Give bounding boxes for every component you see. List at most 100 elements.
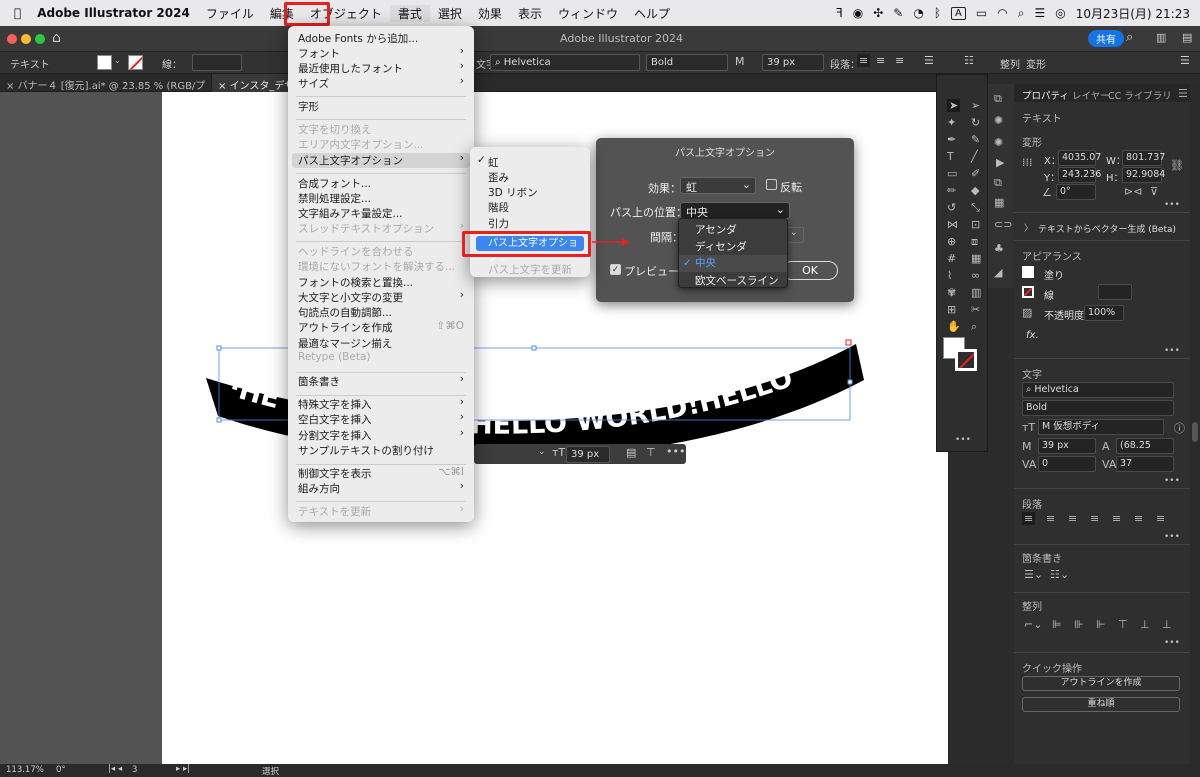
rectangle-tool-icon[interactable]: ▭ — [947, 167, 957, 180]
flip-horizontal-icon[interactable]: ⊳⊲ — [1124, 185, 1142, 198]
align-to-icon[interactable]: ⌐⌄ — [1024, 618, 1042, 631]
fill-swatch[interactable] — [97, 55, 112, 70]
menu-view[interactable]: 表示 — [510, 5, 550, 22]
close-window-button[interactable] — [7, 34, 17, 44]
free-transform-icon[interactable]: ⊡ — [971, 218, 980, 231]
perspective-icon[interactable]: ⧈ — [971, 235, 978, 249]
tab-layers[interactable]: レイヤー — [1072, 88, 1110, 102]
leading-field[interactable]: (68.25 — [1116, 438, 1174, 454]
transform-button[interactable]: 変形 — [1026, 56, 1046, 71]
chevron-down-icon[interactable]: ⌄ — [114, 56, 121, 65]
page-nav-prev[interactable]: |◂ ◂ — [108, 764, 122, 774]
type-menu-item[interactable]: アウトラインを作成 — [298, 320, 393, 335]
control-center-icon[interactable]: ☰ — [1034, 6, 1045, 20]
menu-window[interactable]: ウィンドウ — [550, 5, 626, 22]
battery-icon[interactable]: ▭ — [976, 6, 987, 20]
align-right-objects-icon[interactable]: ⊩ — [1096, 618, 1106, 631]
input-mode-icon[interactable]: A — [951, 6, 966, 20]
search-icon[interactable]: ⌕ — [1126, 30, 1133, 45]
siri-icon[interactable]: ◎ — [1055, 6, 1065, 20]
gradient-tool-icon[interactable]: ▦ — [971, 252, 981, 265]
shape-builder-icon[interactable]: ⊕ — [947, 235, 956, 248]
type-menu-item[interactable]: サンプルテキストの割り付け — [298, 443, 434, 458]
option-roman-baseline[interactable]: 欧文ベースライン — [695, 273, 778, 288]
tab-properties[interactable]: プロパティ — [1022, 88, 1069, 102]
type-menu-item[interactable]: 特殊文字を挿入 — [298, 397, 372, 412]
font-family-field[interactable]: ⌕ Helvetica — [1022, 382, 1174, 398]
mojikumi-field[interactable]: M 仮想ボディ — [1038, 419, 1164, 435]
fill-swatch[interactable] — [1022, 266, 1034, 278]
selection-tool-icon[interactable]: ➤ — [947, 99, 961, 112]
pencil-icon[interactable]: ✏ — [947, 184, 956, 197]
align-center-icon[interactable]: ≡ — [1046, 512, 1055, 525]
spacing-select[interactable]: ⌄ — [786, 227, 804, 243]
type-menu-item[interactable]: フォント — [298, 46, 340, 61]
font-family-field[interactable]: ⌕ Helvetica — [490, 54, 640, 71]
align-right-icon[interactable]: ≡ — [895, 54, 904, 67]
type-menu-item[interactable]: 合成フォント... — [298, 176, 371, 191]
chevron-right-icon[interactable]: 〉 — [1024, 221, 1033, 234]
numbered-list-icon[interactable]: ☷⌄ — [1050, 568, 1069, 581]
align-bottom-objects-icon[interactable]: ⊥ — [1162, 618, 1172, 631]
option-descender[interactable]: ディセンダ — [695, 239, 747, 254]
arrange-docs-icon[interactable]: ▤ — [1182, 31, 1192, 44]
type-menu-item[interactable]: Adobe Fonts から追加... — [298, 31, 418, 46]
type-menu-item[interactable]: 最適なマージン揃え — [298, 336, 392, 351]
submenu-3d-ribbon[interactable]: 3D リボン — [488, 185, 538, 200]
apple-icon[interactable]:  — [0, 6, 29, 20]
align-hcenter-objects-icon[interactable]: ⊪ — [1074, 618, 1084, 631]
angle-field[interactable]: 0° — [1056, 184, 1096, 200]
stroke-swatch[interactable] — [128, 55, 143, 70]
scale-icon[interactable]: ⤡ — [971, 201, 980, 215]
option-ascender[interactable]: アセンダ — [695, 222, 737, 237]
align-button[interactable]: 整列 — [1000, 56, 1020, 71]
graph-icon[interactable]: ▥ — [971, 286, 981, 299]
floatbar-size-field[interactable]: 39 px — [566, 446, 610, 463]
font-style-field[interactable]: Bold — [1022, 400, 1174, 416]
type-menu-item[interactable]: 文字組みアキ量設定... — [298, 206, 403, 221]
type-tool-icon[interactable]: T — [947, 150, 954, 163]
type-menu-item[interactable]: 分割文字を挿入 — [298, 428, 372, 443]
gradient-icon[interactable]: ◢ — [994, 266, 1002, 279]
stroke-weight-field[interactable] — [192, 54, 242, 71]
graphic-styles-icon[interactable]: ⧉ — [994, 176, 1002, 190]
align-right-icon[interactable]: ≡ — [1068, 512, 1077, 525]
pen-tool-icon[interactable]: ✒ — [947, 133, 956, 146]
more-icon[interactable]: ••• — [1164, 476, 1180, 486]
flip-vertical-icon[interactable]: ⊽ — [1150, 185, 1158, 198]
submenu-skew[interactable]: 歪み — [488, 170, 509, 185]
zoom-tool-icon[interactable]: ⌕ — [971, 320, 977, 334]
tracking-field[interactable]: 37 — [1116, 456, 1174, 472]
page-nav-next[interactable]: ▸ ▸| — [176, 764, 190, 774]
h-field[interactable]: 92.9084 — [1122, 167, 1165, 183]
panel-menu-icon[interactable]: ☰ — [1180, 54, 1190, 67]
magic-wand-icon[interactable]: ✦ — [947, 116, 956, 129]
time-machine-icon[interactable]: ◔ — [913, 6, 923, 20]
option-center[interactable]: ✓ 中央 — [679, 255, 787, 272]
more-icon[interactable]: ••• — [1164, 346, 1180, 356]
home-icon[interactable]: ⌂ — [52, 30, 61, 46]
width-icon[interactable]: ⋈ — [947, 218, 958, 231]
type-menu-item[interactable]: 制御文字を表示 — [298, 466, 372, 481]
submenu-rainbow[interactable]: 虹 — [488, 155, 499, 170]
y-field[interactable]: 243.236 — [1058, 167, 1101, 183]
bluetooth-icon[interactable]: ᛒ — [934, 6, 941, 20]
w-field[interactable]: 801.737 — [1122, 150, 1165, 166]
curvature-icon[interactable]: ✎ — [971, 133, 980, 146]
font-size-field[interactable]: 39 px — [762, 54, 824, 71]
more-icon[interactable]: ••• — [1164, 638, 1180, 648]
zoom-level[interactable]: 113.17% — [6, 765, 44, 775]
swatches-icon[interactable]: ▦ — [994, 196, 1004, 209]
stroke-swatch[interactable] — [1022, 286, 1034, 298]
lasso-icon[interactable]: ↻ — [971, 116, 980, 129]
extension-icon[interactable]: ꟻ — [836, 6, 843, 20]
bullets-icon[interactable]: ☰ — [924, 54, 934, 67]
chevron-down-icon[interactable]: ⌄ — [538, 447, 546, 457]
info-icon[interactable]: ⓘ — [1174, 420, 1185, 436]
align-left-icon[interactable]: ≡ — [1022, 512, 1036, 525]
justify-left-icon[interactable]: ≡ — [1090, 512, 1099, 525]
type-menu-item[interactable]: フォントの検索と置換... — [298, 275, 413, 290]
x-field[interactable]: 4035.07 — [1058, 150, 1101, 166]
link-icon[interactable]: ⊂⊃ — [994, 218, 1012, 231]
position-select[interactable]: 中央 ⌄ — [680, 202, 790, 219]
